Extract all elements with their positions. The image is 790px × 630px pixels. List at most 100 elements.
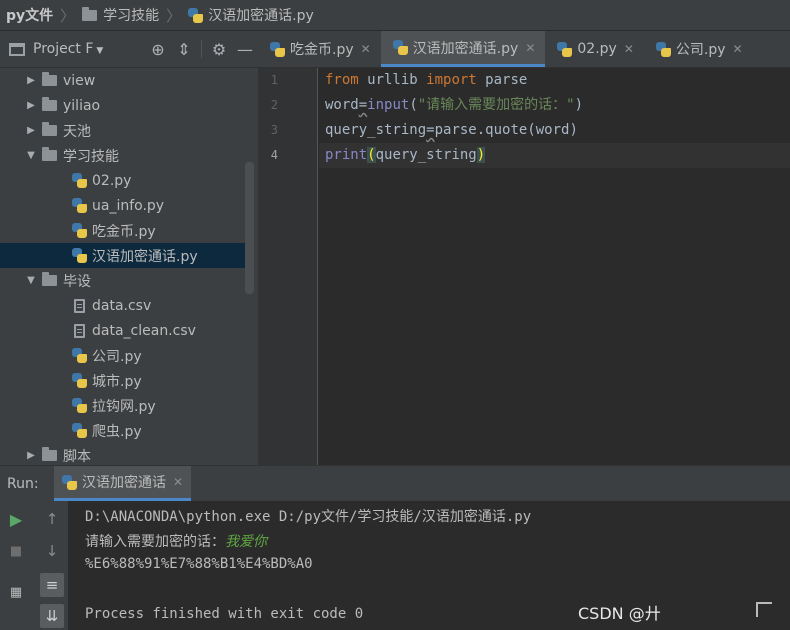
code-line-4: print(query_string)	[325, 143, 486, 168]
line-number: 3	[270, 123, 278, 137]
collapse-arrow-icon[interactable]: ▼	[24, 150, 38, 161]
python-file-icon	[72, 373, 87, 388]
tree-folder-tianchi[interactable]: ▶ 天池	[0, 118, 246, 143]
python-file-icon	[557, 41, 573, 57]
project-view-selector[interactable]: Project F ▼	[33, 41, 103, 57]
close-icon[interactable]: ✕	[361, 42, 371, 56]
down-arrow-icon[interactable]: ↓	[40, 539, 64, 563]
tree-file-lagou[interactable]: 拉钩网.py	[0, 393, 246, 418]
run-toolbar: ▶ ↑ ■ ↓ ▦ ≡ ⇊	[0, 501, 68, 630]
paren: )	[574, 97, 584, 113]
csdn-watermark: CSDN @廾	[578, 604, 661, 623]
console-exit-line: Process finished with exit code 0	[85, 606, 364, 622]
tab-02[interactable]: 02.py ✕	[545, 31, 644, 67]
code-editor[interactable]: from urllib import parse word=input("请输入…	[319, 68, 790, 435]
close-icon[interactable]: ✕	[173, 475, 183, 489]
tree-folder-view[interactable]: ▶ view	[0, 68, 246, 93]
expand-arrow-icon[interactable]: ▶	[24, 450, 38, 461]
python-file-icon	[72, 423, 87, 438]
folder-icon	[42, 97, 57, 111]
console-prompt: 请输入需要加密的话：	[85, 534, 225, 550]
tree-file-data-csv[interactable]: data.csv	[0, 293, 246, 318]
folder-icon	[42, 147, 57, 161]
keyword: from	[325, 72, 359, 88]
folder-icon	[42, 122, 57, 136]
expand-arrow-icon[interactable]: ▶	[24, 75, 38, 86]
run-label: Run:	[7, 475, 39, 492]
tree-file-gongsi[interactable]: 公司.py	[0, 343, 246, 368]
run-tab[interactable]: 汉语加密通话 ✕	[54, 466, 192, 501]
breadcrumb-item-py-folder[interactable]: py文件	[6, 5, 53, 25]
layout-icon[interactable]: ▦	[4, 580, 28, 604]
console-output-line: %E6%88%91%E7%88%B1%E4%BD%A0	[85, 556, 313, 572]
gutter-extension	[258, 435, 318, 465]
python-file-icon	[655, 41, 671, 57]
tree-folder-yiliao[interactable]: ▶ yiliao	[0, 93, 246, 118]
breadcrumb: py文件 〉 学习技能 〉 汉语加密通话.py	[0, 0, 790, 31]
folder-icon	[82, 6, 98, 21]
python-file-icon	[392, 40, 408, 55]
line-number-current: 4	[270, 148, 278, 162]
project-panel-header: Project F ▼ ⊕ ⇕ ⚙ —	[0, 31, 258, 68]
tree-file-ua-info[interactable]: ua_info.py	[0, 193, 246, 218]
minimize-icon[interactable]: —	[232, 40, 258, 59]
tree-file-data-clean-csv[interactable]: data_clean.csv	[0, 318, 246, 343]
breadcrumb-item-study-folder[interactable]: 学习技能	[82, 5, 159, 25]
builtin-function: input	[367, 97, 410, 113]
console-prompt-line: 请输入需要加密的话：我爱你	[85, 531, 267, 551]
console-user-input: 我爱你	[225, 534, 267, 550]
python-file-icon	[72, 248, 87, 263]
tree-file-pachong[interactable]: 爬虫.py	[0, 418, 246, 443]
project-panel: Project F ▼ ⊕ ⇕ ⚙ — ▶ view ▶ yiliao ▶ 天池 ▼ 学习…	[0, 31, 258, 465]
identifier: query_string	[375, 147, 477, 163]
collapse-arrow-icon[interactable]: ▼	[24, 275, 38, 286]
toolbar-divider	[201, 40, 202, 58]
console-command-line: D:\ANACONDA\python.exe D:/py文件/学习技能/汉语加密…	[85, 509, 532, 525]
python-file-icon	[72, 398, 87, 413]
expand-arrow-icon[interactable]: ▶	[24, 100, 38, 111]
python-file-icon	[270, 41, 285, 57]
collapse-all-icon[interactable]: ⇕	[171, 40, 197, 59]
chevron-down-icon: ▼	[96, 46, 104, 56]
up-arrow-icon[interactable]: ↑	[40, 507, 64, 531]
tree-folder-study[interactable]: ▼ 学习技能	[0, 143, 246, 168]
paren-match: (	[367, 147, 376, 163]
tab-gongsi[interactable]: 公司.py ✕	[644, 31, 753, 67]
tree-folder-bishe[interactable]: ▼ 毕设	[0, 268, 246, 293]
builtin-function: print	[325, 147, 368, 163]
target-icon[interactable]: ⊕	[145, 40, 171, 59]
paren: (	[409, 97, 418, 113]
text-file-icon	[74, 323, 85, 338]
identifier: parse	[476, 72, 528, 88]
tree-file-02[interactable]: 02.py	[0, 168, 246, 193]
close-icon[interactable]: ✕	[525, 41, 535, 55]
breadcrumb-separator: 〉	[60, 6, 76, 25]
soft-wrap-icon[interactable]: ≡	[40, 573, 64, 597]
scroll-to-end-icon[interactable]: ⇊	[40, 604, 64, 628]
folder-icon	[42, 447, 57, 461]
close-icon[interactable]: ✕	[733, 42, 743, 56]
editor-tabs: 吃金币.py ✕ 汉语加密通话.py ✕ 02.py ✕ 公司.py ✕	[258, 31, 790, 68]
keyword: import	[426, 72, 477, 88]
code-line-2: word=input("请输入需要加密的话：")	[325, 93, 583, 118]
identifier: query_string	[325, 122, 427, 138]
close-icon[interactable]: ✕	[624, 42, 634, 56]
identifier: word	[325, 97, 359, 113]
run-console[interactable]: D:\ANACONDA\python.exe D:/py文件/学习技能/汉语加密…	[68, 501, 790, 630]
tree-file-chijinbi[interactable]: 吃金币.py	[0, 218, 246, 243]
tree-file-chengshi[interactable]: 城市.py	[0, 368, 246, 393]
tab-hanyu-active[interactable]: 汉语加密通话.py ✕	[380, 31, 546, 67]
line-number: 1	[270, 73, 278, 87]
tab-chijinbi[interactable]: 吃金币.py ✕	[258, 31, 381, 67]
breadcrumb-separator: 〉	[166, 6, 182, 25]
code-line-3: query_string=parse.quote(word)	[325, 118, 578, 143]
expression: parse.quote(word)	[434, 122, 578, 138]
module-name: urllib	[358, 72, 427, 88]
tree-file-hanyu-selected[interactable]: 汉语加密通话.py	[0, 243, 246, 268]
breadcrumb-item-current-file[interactable]: 汉语加密通话.py	[188, 5, 314, 25]
stop-icon[interactable]: ■	[4, 539, 28, 563]
gear-icon[interactable]: ⚙	[206, 40, 232, 59]
rerun-icon[interactable]: ▶	[4, 507, 28, 531]
tree-scrollbar[interactable]	[245, 162, 254, 294]
expand-arrow-icon[interactable]: ▶	[24, 125, 38, 136]
